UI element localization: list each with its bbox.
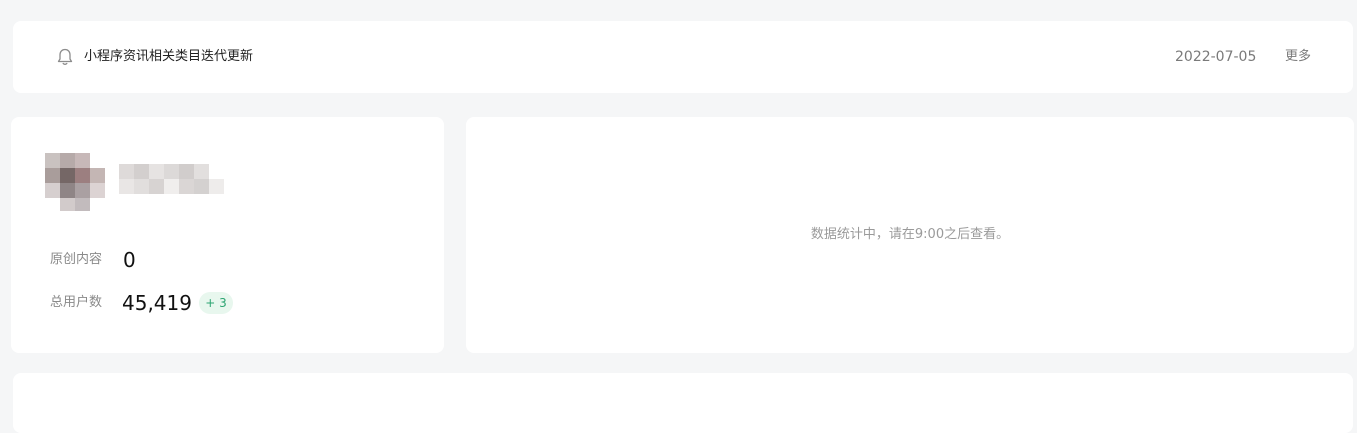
announcement-date: 2022-07-05: [1175, 49, 1257, 65]
avatar: [45, 153, 105, 211]
more-link[interactable]: 更多: [1285, 47, 1311, 67]
original-content-value: 0: [123, 248, 136, 272]
bell-icon: [55, 47, 75, 67]
original-content-label: 原创内容: [50, 252, 103, 267]
bottom-card: [13, 373, 1353, 433]
total-users-value: 45,419: [122, 291, 192, 315]
announcement-bar: 小程序资讯相关类目迭代更新 2022-07-05 更多: [13, 21, 1353, 93]
announcement-title[interactable]: 小程序资讯相关类目迭代更新: [84, 48, 253, 66]
user-growth-badge: + 3: [199, 292, 233, 314]
total-users-label: 总用户数: [50, 295, 103, 310]
account-overview-card: 原创内容 0 总用户数 45,419 + 3: [11, 117, 444, 353]
account-name-blurred: [119, 164, 235, 194]
stats-pending-message: 数据统计中，请在9:00之后查看。: [810, 227, 1010, 242]
data-stats-panel: 数据统计中，请在9:00之后查看。: [466, 117, 1354, 353]
